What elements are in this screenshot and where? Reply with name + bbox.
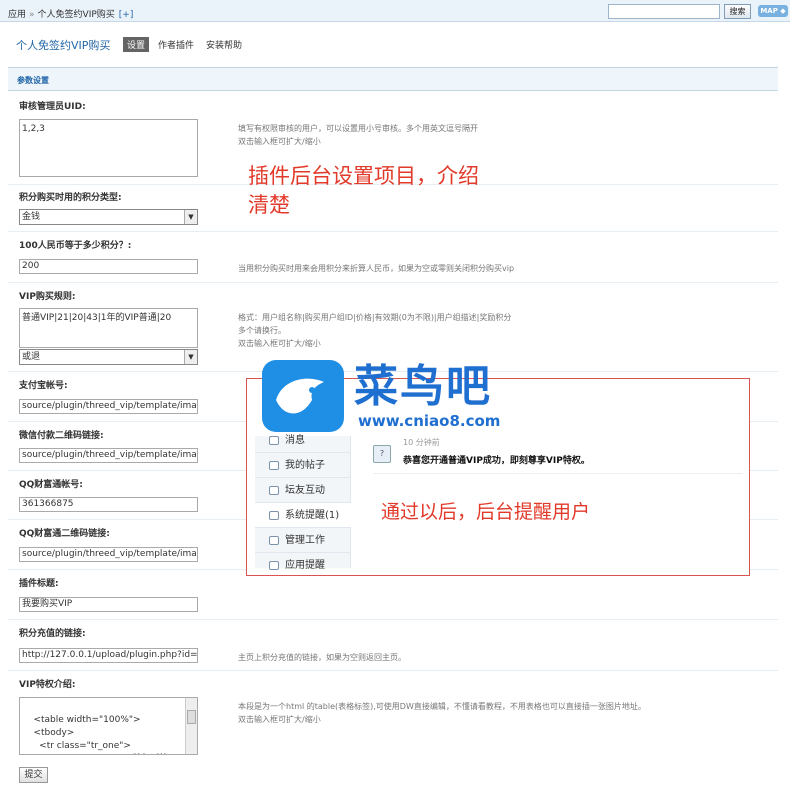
notice-text: 恭喜您开通普通VIP成功，即刻尊享VIP特权。 bbox=[403, 456, 590, 466]
qq-account-label: QQ财富通帐号: bbox=[19, 480, 83, 490]
vip-rules-help: 格式：用户组名称|购买用户组ID|价格|有效期(0为不限)|用户组描述|奖励积分… bbox=[238, 311, 511, 350]
page-title: 个人免签约VIP购买 bbox=[16, 39, 111, 52]
rmb-rate-help: 当用积分购买时用来会用积分来折算人民币，如果为空或零则关闭积分购买vip bbox=[238, 264, 515, 273]
vip-rules-select-value: 或退 bbox=[22, 352, 41, 362]
add-shortcut-link[interactable]: [+] bbox=[119, 10, 134, 20]
divider bbox=[373, 473, 743, 474]
help-line: 本段是为一个html 的table(表格标签),可使用DW直接编辑，不懂请看教程… bbox=[238, 702, 646, 711]
search-input[interactable] bbox=[608, 4, 720, 19]
wrench-icon bbox=[269, 536, 279, 545]
menu-item-my-posts[interactable]: 我的帖子 bbox=[255, 453, 351, 478]
credit-type-label: 积分购买时用的积分类型: bbox=[19, 193, 122, 203]
vip-intro-label: VIP特权介绍: bbox=[19, 680, 76, 690]
credit-type-select[interactable]: 金钱 ▼ bbox=[19, 209, 198, 225]
document-icon bbox=[269, 461, 279, 470]
qq-qr-label: QQ财富通二维码链接: bbox=[19, 529, 110, 539]
divider bbox=[8, 670, 778, 671]
tab-install-help[interactable]: 安装帮助 bbox=[202, 37, 246, 52]
plugin-title-input[interactable]: 我要购买VIP bbox=[19, 597, 198, 612]
breadcrumb-separator: » bbox=[29, 10, 35, 20]
wechat-qr-label: 微信付款二维码链接: bbox=[19, 431, 104, 441]
admin-uid-help: 填写有权限审核的用户，可以设置用小号审核。多个用英文逗号隔开 双击输入框可扩大/… bbox=[238, 122, 478, 148]
recharge-link-help: 主页上积分充值的链接，如果为空则返回主页。 bbox=[238, 653, 406, 662]
scrollbar[interactable] bbox=[185, 698, 197, 754]
qq-account-input[interactable]: 361366875 bbox=[19, 497, 198, 512]
help-line: 填写有权限审核的用户，可以设置用小号审核。多个用英文逗号隔开 bbox=[238, 124, 478, 133]
menu-item-label: 坛友互动 bbox=[285, 485, 325, 496]
recharge-link-input[interactable]: http://127.0.0.1/upload/plugin.php?id=t bbox=[19, 648, 198, 663]
help-line: 双击输入框可扩大/缩小 bbox=[238, 339, 321, 348]
alipay-account-input[interactable]: source/plugin/threed_vip/template/imag bbox=[19, 399, 198, 414]
annotation-notify: 通过以后，后台提醒用户 bbox=[381, 501, 591, 523]
help-line: 多个请换行。 bbox=[238, 326, 286, 335]
gear-icon bbox=[269, 511, 279, 520]
chevron-down-icon: ▼ bbox=[184, 210, 197, 224]
tab-settings[interactable]: 设置 bbox=[123, 37, 150, 52]
vip-rules-label: VIP购买规则: bbox=[19, 292, 76, 302]
vip-intro-textarea[interactable]: <table width="100%"> <tbody> <tr class="… bbox=[19, 697, 198, 755]
map-button[interactable]: MAP ◆ bbox=[758, 5, 788, 17]
chat-icon bbox=[269, 486, 279, 495]
vip-intro-help: 本段是为一个html 的table(表格标签),可使用DW直接编辑，不懂请看教程… bbox=[238, 700, 646, 726]
menu-item-label: 管理工作 bbox=[285, 535, 325, 546]
wechat-qr-input[interactable]: source/plugin/threed_vip/template/imag bbox=[19, 448, 198, 463]
admin-uid-textarea[interactable]: 1,2,3 bbox=[19, 119, 198, 177]
annotation-settings: 插件后台设置项目，介绍 清楚 bbox=[248, 162, 479, 220]
bird-logo-icon bbox=[262, 360, 344, 432]
breadcrumb-root[interactable]: 应用 bbox=[8, 10, 26, 20]
notice-icon: ? bbox=[373, 445, 391, 463]
top-bar: 应用» 个人免签约VIP购买 [+] 搜索 MAP ◆ bbox=[0, 0, 790, 22]
vip-rules-select[interactable]: 或退 ▼ bbox=[19, 349, 198, 365]
menu-item-label: 应用提醒 bbox=[285, 560, 325, 571]
qq-qr-input[interactable]: source/plugin/threed_vip/template/imag bbox=[19, 547, 198, 562]
rmb-rate-input[interactable]: 200 bbox=[19, 259, 198, 274]
admin-uid-label: 审核管理员UID: bbox=[19, 102, 86, 112]
breadcrumb-current[interactable]: 个人免签约VIP购买 bbox=[38, 10, 115, 20]
inset-sidebar-menu: 消息 我的帖子 坛友互动 系统提醒(1) 管理工作 应用提醒 bbox=[255, 435, 351, 571]
tab-author-plugins[interactable]: 作者插件 bbox=[154, 37, 198, 52]
search-button[interactable]: 搜索 bbox=[724, 4, 751, 19]
recharge-link-label: 积分充值的链接: bbox=[19, 629, 86, 639]
watermark: 菜鸟吧 www.cniao8.com bbox=[262, 360, 542, 440]
help-line: 格式：用户组名称|购买用户组ID|价格|有效期(0为不限)|用户组描述|奖励积分 bbox=[238, 313, 512, 322]
menu-item-label: 系统提醒(1) bbox=[285, 510, 340, 521]
annotation-line: 清楚 bbox=[248, 193, 290, 217]
submit-button[interactable]: 提交 bbox=[19, 767, 48, 783]
annotation-line: 插件后台设置项目，介绍 bbox=[248, 164, 479, 188]
menu-item-system-notice[interactable]: 系统提醒(1) bbox=[255, 503, 351, 528]
plugin-title-label: 插件标题: bbox=[19, 579, 59, 589]
vip-rules-textarea[interactable]: 普通VIP|21|20|43|1年的VIP普通|20 bbox=[19, 308, 198, 348]
credit-type-value: 金钱 bbox=[22, 212, 41, 222]
menu-item-label: 我的帖子 bbox=[285, 460, 325, 471]
breadcrumb: 应用» 个人免签约VIP购买 [+] bbox=[8, 7, 133, 20]
section-header: 参数设置 bbox=[8, 67, 778, 91]
grid-icon bbox=[269, 561, 279, 570]
watermark-url: www.cniao8.com bbox=[358, 412, 501, 430]
notification-item: ? 10 分钟前 恭喜您开通普通VIP成功，即刻尊享VIP特权。 bbox=[373, 435, 743, 471]
menu-item-interaction[interactable]: 坛友互动 bbox=[255, 478, 351, 503]
scrollbar-thumb[interactable] bbox=[187, 710, 196, 724]
help-line: 双击输入框可扩大/缩小 bbox=[238, 715, 321, 724]
section-title: 参数设置 bbox=[17, 76, 49, 85]
divider bbox=[8, 231, 778, 232]
divider bbox=[8, 619, 778, 620]
help-line: 双击输入框可扩大/缩小 bbox=[238, 137, 321, 146]
alipay-account-label: 支付宝帐号: bbox=[19, 381, 68, 391]
rmb-rate-label: 100人民币等于多少积分？: bbox=[19, 241, 132, 251]
menu-item-admin-work[interactable]: 管理工作 bbox=[255, 528, 351, 553]
menu-item-app-notice[interactable]: 应用提醒 bbox=[255, 553, 351, 575]
chevron-down-icon: ▼ bbox=[184, 350, 197, 364]
divider bbox=[8, 282, 778, 283]
watermark-title: 菜鸟吧 bbox=[354, 361, 492, 412]
vip-intro-code: <table width="100%"> <tbody> <tr class="… bbox=[33, 715, 141, 751]
